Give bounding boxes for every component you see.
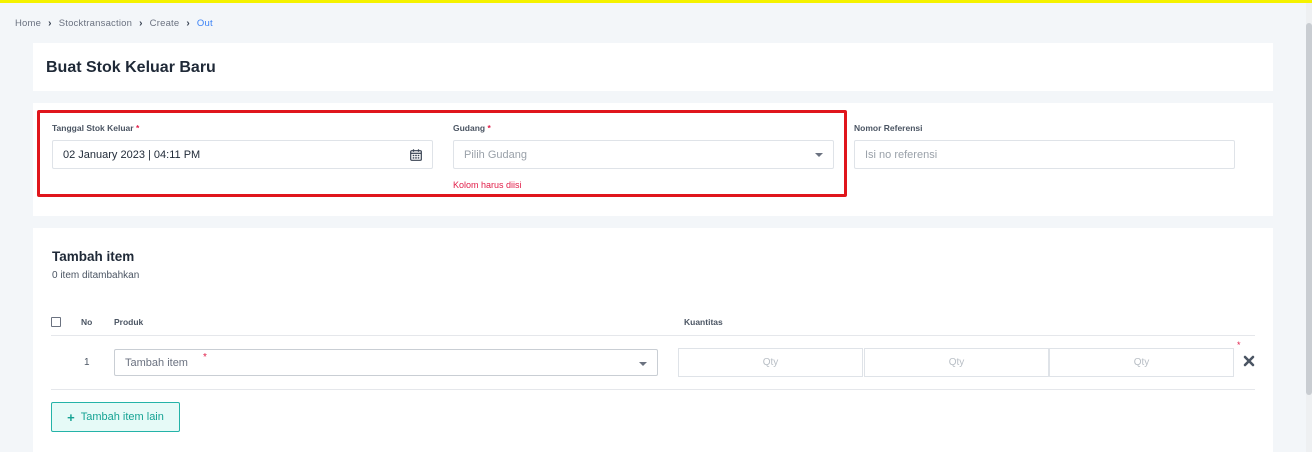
breadcrumb-stocktransaction[interactable]: Stocktransaction [59, 18, 132, 29]
page-title: Buat Stok Keluar Baru [46, 59, 216, 76]
add-item-button[interactable]: + Tambah item lain [51, 402, 180, 432]
warehouse-placeholder: Pilih Gudang [464, 148, 527, 161]
select-all-checkbox[interactable] [51, 317, 61, 327]
close-icon[interactable] [1243, 355, 1255, 367]
top-strip [0, 0, 1312, 3]
chevron-down-icon [815, 153, 823, 157]
reference-placeholder: Isi no referensi [865, 148, 938, 161]
breadcrumb-out: Out [196, 17, 213, 29]
items-count: 0 item ditambahkan [52, 270, 140, 281]
chevron-right-icon: › [48, 17, 52, 29]
column-quantity: Kuantitas [684, 317, 723, 327]
column-product: Produk [114, 317, 144, 327]
qty-placeholder: Qty [948, 357, 965, 368]
date-value: 02 January 2023 | 04:11 PM [63, 148, 201, 161]
breadcrumb: Home › Stocktransaction › Create › Out [15, 17, 213, 29]
product-required-mark: * [203, 352, 207, 363]
row-number: 1 [84, 357, 90, 368]
qty-required-mark: * [1237, 340, 1241, 350]
breadcrumb-home[interactable]: Home [15, 18, 41, 29]
column-no: No [81, 317, 93, 327]
date-input[interactable]: 02 January 2023 | 04:11 PM [52, 140, 433, 169]
product-placeholder: Tambah item [125, 356, 188, 369]
items-title: Tambah item [52, 249, 135, 264]
chevron-down-icon [639, 362, 647, 366]
qty-input-2[interactable]: Qty [864, 348, 1049, 377]
qty-placeholder: Qty [762, 357, 779, 368]
reference-input[interactable]: Isi no referensi [854, 140, 1235, 169]
scrollbar-thumb[interactable] [1306, 23, 1312, 395]
calendar-icon [410, 149, 422, 161]
qty-input-3[interactable]: Qty [1049, 348, 1234, 377]
chevron-right-icon: › [186, 17, 190, 29]
warehouse-select[interactable]: Pilih Gudang [453, 140, 834, 169]
reference-label: Nomor Referensi [854, 123, 923, 133]
breadcrumb-create[interactable]: Create [150, 18, 180, 29]
row-divider [51, 389, 1255, 390]
title-card: Buat Stok Keluar Baru [33, 43, 1273, 91]
scrollbar-track[interactable] [1306, 3, 1312, 452]
qty-input-1[interactable]: Qty [678, 348, 863, 377]
product-select[interactable]: Tambah item [114, 349, 658, 376]
date-label: Tanggal Stok Keluar * [52, 123, 140, 133]
warehouse-error: Kolom harus diisi [453, 180, 522, 190]
chevron-right-icon: › [139, 17, 143, 29]
add-item-label: Tambah item lain [80, 411, 164, 423]
warehouse-label: Gudang * [453, 123, 491, 133]
table-header-divider [51, 335, 1255, 336]
plus-icon: + [67, 409, 75, 425]
items-card [33, 228, 1273, 452]
qty-placeholder: Qty [1133, 357, 1150, 368]
